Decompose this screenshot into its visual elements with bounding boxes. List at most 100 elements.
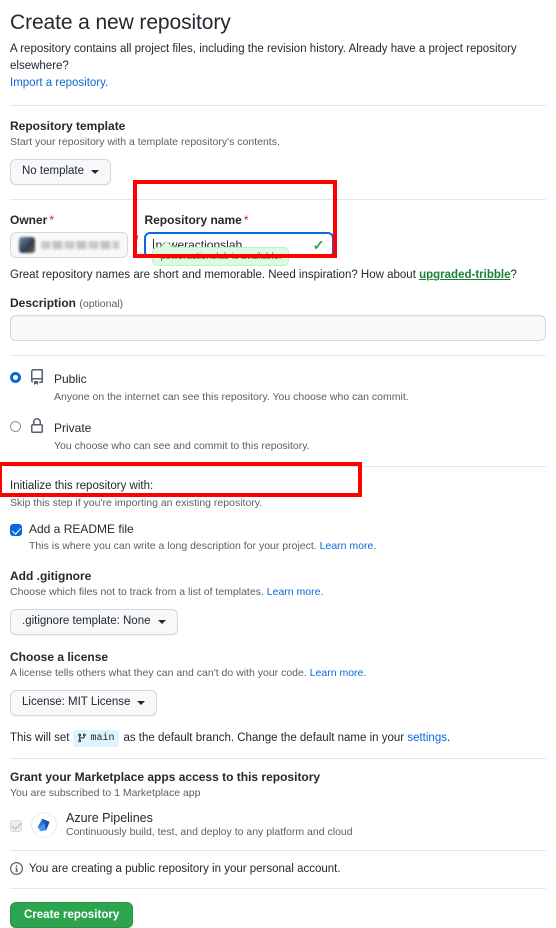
template-select-button[interactable]: No template — [10, 159, 112, 186]
owner-name-separator: / — [134, 234, 139, 252]
lock-icon — [29, 417, 46, 439]
divider — [10, 758, 546, 760]
description-label: Description (optional) — [10, 296, 546, 310]
repository-name-hint-suffix: ? — [510, 269, 517, 282]
create-repository-button[interactable]: Create repository — [10, 902, 134, 928]
private-description: You choose who can see and commit to thi… — [54, 439, 310, 452]
divider — [10, 888, 546, 890]
visibility-option-private[interactable]: Private You choose who can see and commi… — [10, 417, 546, 453]
readme-checkbox[interactable] — [10, 524, 22, 537]
default-branch-suffix: as the default branch. Change the defaul… — [123, 731, 405, 744]
azure-pipelines-description: Continuously build, test, and deploy to … — [66, 826, 353, 839]
owner-username-redacted — [41, 241, 119, 250]
description-section: Description (optional) — [10, 296, 546, 342]
readme-title: Add a README file — [29, 522, 134, 537]
gitignore-title: Add .gitignore — [10, 568, 92, 583]
divider — [10, 850, 546, 852]
owner-required-mark: * — [49, 213, 55, 228]
repository-name-hint-prefix: Great repository names are short and mem… — [10, 269, 420, 282]
default-branch-name: main — [90, 732, 115, 744]
gitignore-note-text: Choose which files not to track from a l… — [10, 585, 264, 598]
gitignore-select-label: .gitignore template: None — [22, 615, 151, 628]
chevron-down-icon — [91, 170, 100, 175]
import-repository-link[interactable]: Import a repository. — [10, 77, 108, 89]
gitignore-note: Choose which files not to track from a l… — [10, 585, 546, 600]
private-radio[interactable] — [10, 420, 21, 432]
repository-template-section: Repository template Start your repositor… — [10, 119, 546, 186]
repository-name-label-text: Repository name — [144, 213, 242, 228]
azure-pipelines-icon — [31, 811, 57, 838]
account-visibility-note-text: You are creating a public repository in … — [29, 862, 341, 875]
license-title: Choose a license — [10, 649, 109, 664]
info-icon — [10, 862, 23, 876]
license-section: Choose a license A license tells others … — [10, 650, 546, 716]
gitignore-select-button[interactable]: .gitignore template: None — [10, 609, 178, 635]
azure-pipelines-name: Azure Pipelines — [66, 811, 153, 826]
marketplace-section: Grant your Marketplace apps access to th… — [10, 770, 546, 838]
initialize-title: Initialize this repository with: — [10, 480, 154, 493]
marketplace-note: You are subscribed to 1 Marketplace app — [10, 787, 201, 800]
initialize-note: Skip this step if you're importing an ex… — [10, 496, 263, 509]
license-select-label: License: MIT License — [22, 696, 131, 709]
repository-name-hint: Great repository names are short and mem… — [10, 267, 546, 283]
divider — [10, 466, 546, 468]
description-optional-label: (optional) — [79, 298, 124, 311]
owner-label: Owner * — [10, 213, 128, 227]
public-title: Public — [54, 372, 87, 387]
settings-link[interactable]: settings — [407, 730, 447, 747]
default-branch-prefix: This will set — [10, 731, 70, 744]
template-select-label: No template — [22, 165, 85, 178]
description-input[interactable] — [10, 315, 546, 342]
git-branch-icon — [78, 734, 87, 743]
owner-select-button[interactable] — [10, 232, 128, 259]
readme-description-text: This is where you can write a long descr… — [29, 540, 317, 553]
repository-name-label: Repository name * — [144, 213, 334, 227]
readme-description: This is where you can write a long descr… — [29, 539, 376, 554]
default-branch-badge: main — [73, 729, 120, 747]
readme-text: Add a README file This is where you can … — [29, 522, 376, 554]
page-subtitle: A repository contains all project files,… — [10, 41, 546, 91]
page-subtitle-text: A repository contains all project files,… — [10, 43, 517, 72]
suggested-name-link[interactable]: upgraded-tribble — [419, 269, 510, 281]
initialize-section: Initialize this repository with: Skip th… — [10, 478, 546, 554]
public-option-text: Public Anyone on the internet can see th… — [54, 369, 409, 404]
license-note: A license tells others what they can and… — [10, 666, 546, 681]
repo-icon — [29, 369, 46, 390]
marketplace-title: Grant your Marketplace apps access to th… — [10, 770, 321, 785]
readme-learn-more-link[interactable]: Learn more. — [320, 540, 377, 552]
public-description: Anyone on the internet can see this repo… — [54, 391, 409, 404]
private-title: Private — [54, 420, 92, 435]
marketplace-app-row[interactable]: Azure Pipelines Continuously build, test… — [10, 811, 546, 838]
private-option-text: Private You choose who can see and commi… — [54, 418, 310, 453]
account-visibility-note: You are creating a public repository in … — [10, 862, 546, 876]
repository-name-field: Repository name * poweractionslab ✓ power… — [144, 213, 335, 267]
chevron-down-icon — [157, 619, 166, 624]
description-label-text: Description — [10, 296, 77, 311]
page-title: Create a new repository — [10, 11, 231, 34]
repository-template-title: Repository template — [10, 119, 126, 134]
check-icon: ✓ — [312, 237, 325, 254]
license-note-text: A license tells others what they can and… — [10, 666, 307, 679]
license-learn-more-link[interactable]: Learn more. — [310, 667, 367, 679]
azure-pipelines-text: Azure Pipelines Continuously build, test… — [66, 811, 353, 838]
gitignore-learn-more-link[interactable]: Learn more. — [267, 586, 324, 598]
default-branch-note: This will set main as the default branch… — [10, 729, 546, 747]
visibility-option-public[interactable]: Public Anyone on the internet can see th… — [10, 369, 546, 404]
public-radio[interactable] — [10, 372, 21, 384]
default-branch-period: . — [446, 731, 451, 744]
license-select-button[interactable]: License: MIT License — [10, 690, 158, 716]
divider — [10, 199, 546, 201]
azure-pipelines-checkbox[interactable] — [10, 819, 22, 832]
gitignore-section: Add .gitignore Choose which files not to… — [10, 569, 546, 635]
owner-field: Owner * — [10, 213, 128, 259]
readme-checkbox-row[interactable]: Add a README file This is where you can … — [10, 522, 546, 554]
divider — [10, 355, 546, 357]
chevron-down-icon — [137, 700, 146, 705]
create-repository-page: Create a new repository A repository con… — [0, 0, 556, 928]
repository-template-note: Start your repository with a template re… — [10, 136, 280, 149]
divider — [10, 105, 546, 107]
owner-label-text: Owner — [10, 213, 48, 228]
availability-tooltip: poweractionslab is available. — [152, 247, 290, 267]
avatar — [19, 237, 35, 254]
owner-and-name-row: Owner * / Repository name * poweractionsla… — [10, 213, 546, 267]
